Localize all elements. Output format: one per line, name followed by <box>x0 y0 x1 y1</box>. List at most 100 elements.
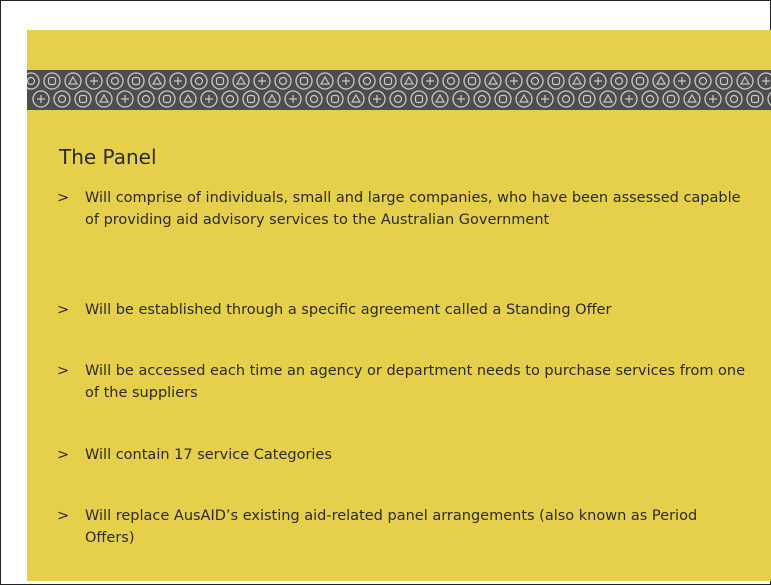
pattern-circle <box>610 72 628 90</box>
pattern-glyph <box>625 95 633 103</box>
pattern-circle <box>358 72 376 90</box>
pattern-glyph <box>635 76 645 86</box>
pattern-circle <box>410 90 428 108</box>
pattern-circle <box>242 90 260 108</box>
pattern-circle <box>53 90 71 108</box>
pattern-circle <box>347 90 365 108</box>
pattern-circle <box>736 72 754 90</box>
pattern-glyph <box>362 76 372 86</box>
pattern-circle <box>683 90 701 108</box>
pattern-circle <box>158 90 176 108</box>
pattern-glyph <box>750 94 760 104</box>
pattern-glyph <box>342 77 350 85</box>
pattern-glyph <box>530 76 540 86</box>
pattern-glyph <box>510 77 518 85</box>
bullet-marker: > <box>57 302 70 318</box>
pattern-glyph <box>729 94 739 104</box>
pattern-circle <box>715 72 733 90</box>
pattern-circle <box>389 90 407 108</box>
pattern-glyph <box>174 77 182 85</box>
pattern-circle <box>106 72 124 90</box>
pattern-circle <box>64 72 82 90</box>
pattern-circle <box>515 90 533 108</box>
pattern-glyph <box>299 76 309 86</box>
pattern-circle <box>263 90 281 108</box>
pattern-circle <box>295 72 313 90</box>
pattern-glyph <box>151 75 163 85</box>
pattern-circle <box>400 72 418 90</box>
pattern-glyph <box>246 94 256 104</box>
pattern-glyph <box>383 76 393 86</box>
pattern-glyph <box>162 94 172 104</box>
pattern-circle <box>557 90 575 108</box>
pattern-circle <box>652 72 670 90</box>
pattern-circle <box>190 72 208 90</box>
pattern-glyph <box>719 76 729 86</box>
pattern-glyph <box>27 76 36 86</box>
bullet-marker: > <box>57 363 70 379</box>
pattern-glyph <box>67 75 79 85</box>
pattern-glyph <box>686 93 698 103</box>
pattern-glyph <box>602 93 614 103</box>
pattern-circle <box>494 90 512 108</box>
pattern-glyph <box>477 94 487 104</box>
pattern-glyph <box>541 95 549 103</box>
pattern-glyph <box>698 76 708 86</box>
pattern-circle <box>599 90 617 108</box>
pattern-circle <box>232 72 250 90</box>
pattern-glyph <box>309 94 319 104</box>
pattern-circle <box>305 90 323 108</box>
pattern-circle <box>568 72 586 90</box>
pattern-glyph <box>457 95 465 103</box>
pattern-circle <box>179 90 197 108</box>
pattern-circle <box>326 90 344 108</box>
pattern-glyph <box>709 95 717 103</box>
pattern-circle <box>442 72 460 90</box>
pattern-glyph <box>518 93 530 103</box>
pattern-circle <box>137 90 155 108</box>
pattern-circle <box>148 72 166 90</box>
pattern-glyph <box>614 76 624 86</box>
pattern-glyph <box>678 77 686 85</box>
pattern-circle <box>473 90 491 108</box>
pattern-circle <box>641 90 659 108</box>
pattern-glyph <box>645 94 655 104</box>
pattern-glyph <box>434 93 446 103</box>
pattern-glyph <box>762 77 770 85</box>
pattern-circle <box>211 72 229 90</box>
pattern-glyph <box>194 76 204 86</box>
pattern-circle <box>631 72 649 90</box>
decorative-icon-band <box>27 70 771 110</box>
pattern-glyph <box>467 76 477 86</box>
bullet-text: Will replace AusAID’s existing aid-relat… <box>85 508 698 546</box>
pattern-glyph <box>110 76 120 86</box>
pattern-circle <box>694 72 712 90</box>
slide-title: The Panel <box>59 145 157 169</box>
pattern-glyph <box>403 75 415 85</box>
pattern-circle <box>662 90 680 108</box>
bullet-text: Will comprise of individuals, small and … <box>85 190 741 228</box>
pattern-circle <box>221 90 239 108</box>
pattern-glyph <box>414 94 424 104</box>
pattern-glyph <box>37 95 45 103</box>
bullet-item: > Will replace AusAID’s existing aid-rel… <box>57 505 747 549</box>
pattern-circle <box>127 72 145 90</box>
pattern-glyph <box>487 75 499 85</box>
bullet-marker: > <box>57 447 70 463</box>
pattern-glyph <box>266 93 278 103</box>
pattern-circle <box>526 72 544 90</box>
pattern-circle <box>43 72 61 90</box>
pattern-circle <box>95 90 113 108</box>
pattern-glyph <box>446 76 456 86</box>
pattern-circle <box>27 72 40 90</box>
pattern-glyph <box>131 76 141 86</box>
pattern-glyph <box>57 94 67 104</box>
pattern-circle <box>316 72 334 90</box>
slide: The Panel > Will comprise of individuals… <box>27 30 771 581</box>
pattern-glyph <box>141 94 151 104</box>
pattern-glyph <box>289 95 297 103</box>
pattern-circle <box>484 72 502 90</box>
pattern-glyph <box>98 93 110 103</box>
pattern-glyph <box>655 75 667 85</box>
pattern-glyph <box>319 75 331 85</box>
